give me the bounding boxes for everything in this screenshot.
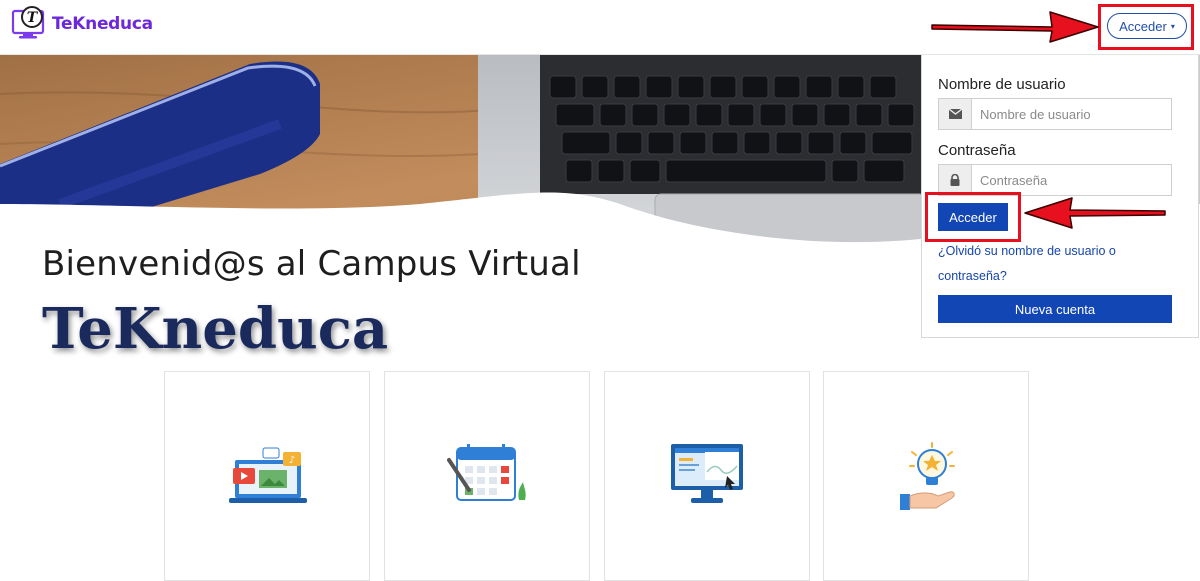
- password-input[interactable]: [972, 165, 1171, 195]
- idea-hand-icon: [900, 442, 955, 510]
- forgot-password-link[interactable]: ¿Olvidó su nombre de usuario o contraseñ…: [938, 239, 1158, 289]
- feature-card[interactable]: ♪: [164, 371, 370, 581]
- multimedia-laptop-icon: ♪: [229, 447, 307, 503]
- annotation-arrow-icon: [1024, 197, 1166, 229]
- username-input[interactable]: [972, 99, 1171, 129]
- feature-card[interactable]: [823, 371, 1029, 581]
- envelope-icon: [939, 99, 972, 129]
- computer-monitor-icon: [671, 444, 743, 503]
- username-field-group: [938, 98, 1172, 130]
- welcome-heading: Bienvenid@s al Campus Virtual: [42, 244, 581, 284]
- brand-name: TeKneduca: [52, 14, 153, 34]
- password-label: Contraseña: [938, 142, 1016, 159]
- lock-icon: [939, 165, 972, 195]
- svg-text:T: T: [27, 10, 39, 26]
- new-account-button[interactable]: Nueva cuenta: [938, 295, 1172, 323]
- calendar-icon: [447, 444, 526, 501]
- feature-card[interactable]: [604, 371, 810, 581]
- svg-text:♪: ♪: [289, 455, 295, 466]
- logo-icon: T: [11, 6, 45, 39]
- highlight-box-login-submit: [925, 192, 1021, 242]
- brand-title: TeKneduca: [42, 296, 389, 362]
- username-label: Nombre de usuario: [938, 76, 1066, 93]
- annotation-arrow-icon: [931, 11, 1099, 43]
- feature-card[interactable]: [384, 371, 590, 581]
- brand-logo[interactable]: T TeKneduca: [10, 4, 153, 44]
- highlight-box-nav-login: [1098, 4, 1194, 50]
